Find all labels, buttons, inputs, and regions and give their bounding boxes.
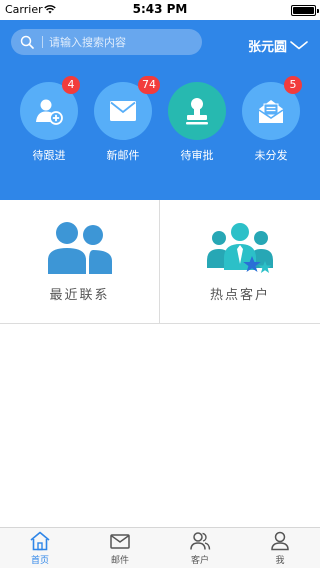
user-name: 张元圆 xyxy=(247,40,287,55)
mail-icon xyxy=(110,534,130,549)
stamp-icon xyxy=(186,98,208,125)
hot-customers-icon xyxy=(207,223,273,273)
search-icon xyxy=(20,35,34,49)
mail-icon xyxy=(110,101,136,121)
quick-action-label: 待审批 xyxy=(180,149,214,162)
profile-icon xyxy=(271,531,289,551)
search-input[interactable] xyxy=(49,29,199,55)
chevron-down-icon xyxy=(290,41,308,50)
search-divider xyxy=(42,36,43,48)
feature-grid: 最近联系 热点客户 xyxy=(0,200,320,324)
person-add-icon xyxy=(36,99,63,125)
new-mail-count-badge: 74 xyxy=(138,76,160,94)
user-menu[interactable]: 张元圆 xyxy=(248,36,308,55)
tile-label: 最近联系 xyxy=(49,288,110,303)
battery-icon xyxy=(291,5,319,16)
clock: 5:43 PM xyxy=(132,2,188,16)
recent-contacts-tile[interactable]: 最近联系 xyxy=(0,200,160,324)
quick-action-label: 待跟进 xyxy=(32,149,66,162)
customers-icon xyxy=(190,532,211,550)
home-icon xyxy=(30,531,50,551)
tab-home[interactable]: 首页 xyxy=(0,528,80,568)
quick-action-label: 未分发 xyxy=(254,149,288,162)
tab-bar: 首页 邮件 客户 我 xyxy=(0,527,320,568)
undistributed-count-badge: 5 xyxy=(284,76,302,94)
header: 张元圆 4 待跟进 74 新邮件 xyxy=(0,20,320,200)
quick-action-label: 新邮件 xyxy=(106,149,140,162)
quick-action-pending-approval[interactable]: 待审批 xyxy=(167,82,227,163)
open-mail-icon xyxy=(258,100,284,123)
follow-up-count-badge: 4 xyxy=(62,76,80,94)
tab-me[interactable]: 我 xyxy=(240,528,320,568)
tab-mail[interactable]: 邮件 xyxy=(80,528,160,568)
quick-action-undistributed[interactable]: 5 未分发 xyxy=(241,76,302,163)
tab-label: 首页 xyxy=(30,556,49,566)
tab-label: 邮件 xyxy=(110,556,129,566)
hot-customers-tile[interactable]: 热点客户 xyxy=(160,200,320,324)
tab-customers[interactable]: 客户 xyxy=(160,528,240,568)
contacts-icon xyxy=(48,222,112,274)
status-bar: Carrier 5:43 PM xyxy=(0,0,320,20)
tile-label: 热点客户 xyxy=(209,288,270,303)
search-bar[interactable] xyxy=(11,29,202,55)
quick-action-follow-up[interactable]: 4 待跟进 xyxy=(19,76,80,163)
quick-action-new-mail[interactable]: 74 新邮件 xyxy=(93,76,160,163)
tab-label: 客户 xyxy=(190,556,209,566)
tab-label: 我 xyxy=(275,556,285,566)
